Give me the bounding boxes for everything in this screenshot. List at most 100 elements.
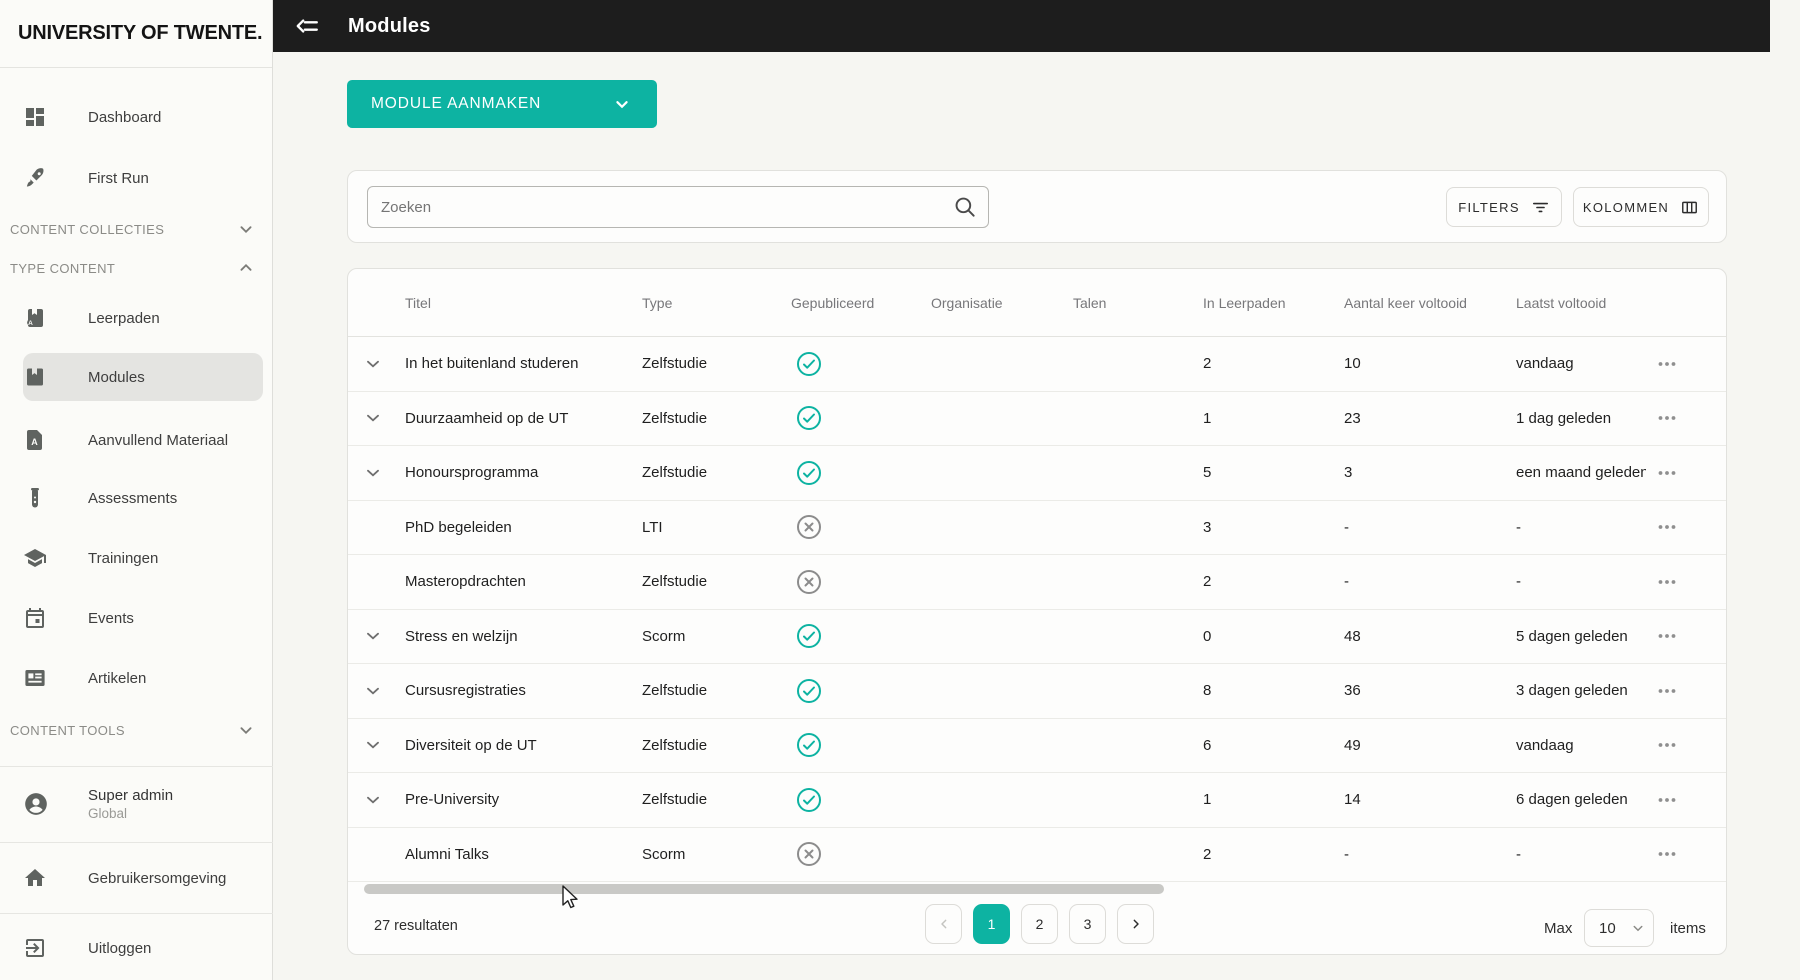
search-input[interactable]	[368, 198, 952, 216]
user-menu[interactable]: Super admin Global	[23, 778, 263, 830]
row-menu-icon[interactable]	[1655, 842, 1679, 866]
filters-button[interactable]: FILTERS	[1446, 187, 1562, 227]
sidebar-item-trainingen[interactable]: Trainingen	[23, 534, 263, 582]
module-laatst-voltooid: -	[1516, 573, 1521, 591]
published-check-icon	[797, 733, 821, 758]
module-aantal-voltooid: -	[1344, 518, 1349, 536]
column-header-in-leerpaden[interactable]: In Leerpaden	[1203, 295, 1344, 311]
expand-row-icon[interactable]	[362, 407, 384, 429]
sidebar-item-uitloggen[interactable]: Uitloggen	[23, 924, 263, 972]
row-menu-icon[interactable]	[1655, 352, 1679, 376]
module-laatst-voltooid: 3 dagen geleden	[1516, 682, 1628, 700]
module-type: Zelfstudie	[642, 736, 708, 754]
row-menu-icon[interactable]	[1655, 679, 1679, 703]
dashboard-icon	[26, 108, 44, 126]
published-check-icon	[797, 787, 821, 812]
sidebar-item-first-run[interactable]: First Run	[23, 154, 263, 202]
collapse-sidebar-button[interactable]	[290, 9, 324, 43]
column-header-gepubliceerd[interactable]: Gepubliceerd	[791, 295, 931, 311]
published-check-icon	[797, 624, 821, 649]
sidebar-item-leerpaden[interactable]: A Leerpaden	[23, 294, 263, 342]
sidebar-section-content-tools[interactable]: CONTENT TOOLS	[10, 719, 263, 741]
module-title: Alumni Talks	[405, 845, 489, 863]
expand-row-icon[interactable]	[362, 789, 384, 811]
row-menu-icon[interactable]	[1655, 570, 1679, 594]
sidebar-divider	[0, 766, 273, 767]
expand-row-icon[interactable]	[362, 353, 384, 375]
brand-logo-text: UNIVERSITY OF TWENTE.	[18, 22, 263, 44]
module-in-leerpaden: 6	[1203, 736, 1212, 754]
chevron-down-icon	[240, 226, 252, 234]
module-in-leerpaden: 8	[1203, 682, 1212, 700]
expand-row-icon[interactable]	[362, 680, 384, 702]
column-header-laatst-voltooid[interactable]: Laatst voltooid	[1516, 295, 1646, 311]
expand-row-icon[interactable]	[362, 462, 384, 484]
module-laatst-voltooid: vandaag	[1516, 355, 1574, 373]
row-menu-icon[interactable]	[1655, 788, 1679, 812]
row-menu-icon[interactable]	[1655, 406, 1679, 430]
table-row: Diversiteit op de UT Zelfstudie 6 49 van…	[348, 719, 1726, 773]
sidebar-section-type-content[interactable]: TYPE CONTENT	[10, 257, 263, 279]
pagination-page-2[interactable]: 2	[1021, 904, 1058, 944]
expand-row-icon[interactable]	[362, 734, 384, 756]
column-header-organisatie[interactable]: Organisatie	[931, 295, 1073, 311]
section-label: CONTENT TOOLS	[10, 722, 126, 738]
row-menu-icon[interactable]	[1655, 461, 1679, 485]
expand-row-icon[interactable]	[362, 625, 384, 647]
collapse-menu-icon	[296, 19, 318, 33]
column-header-talen[interactable]: Talen	[1073, 295, 1203, 311]
sidebar-item-modules[interactable]: Modules	[23, 353, 263, 401]
column-header-type[interactable]: Type	[642, 295, 791, 311]
sidebar-item-label: Assessments	[88, 489, 178, 507]
module-aantal-voltooid: 10	[1344, 355, 1361, 373]
sidebar-item-aanvullend-materiaal[interactable]: A Aanvullend Materiaal	[23, 416, 263, 464]
max-items-select[interactable]: 10	[1584, 909, 1654, 947]
table-row: Stress en welzijn Scorm 0 48 5 dagen gel…	[348, 610, 1726, 664]
sidebar-item-dashboard[interactable]: Dashboard	[23, 93, 263, 141]
row-menu-icon[interactable]	[1655, 733, 1679, 757]
sidebar-item-label: Dashboard	[88, 108, 162, 126]
sidebar-item-assessments[interactable]: Assessments	[23, 474, 263, 522]
pagination-page-1[interactable]: 1	[973, 904, 1010, 944]
table-body: In het buitenland studeren Zelfstudie 2 …	[348, 337, 1726, 882]
table-row: Cursusregistraties Zelfstudie 8 36 3 dag…	[348, 664, 1726, 719]
account-icon	[25, 793, 47, 815]
leerpaden-icon: A	[27, 309, 43, 327]
pagination-prev-button[interactable]	[925, 904, 962, 944]
module-type: Scorm	[642, 627, 686, 645]
sidebar-item-gebruikersomgeving[interactable]: Gebruikersomgeving	[23, 854, 263, 902]
pagination-next-button[interactable]	[1117, 904, 1154, 944]
sidebar-item-events[interactable]: Events	[23, 594, 263, 642]
column-header-aantal-keer-voltooid[interactable]: Aantal keer voltooid	[1344, 295, 1516, 311]
pagination-page-3[interactable]: 3	[1069, 904, 1106, 944]
sidebar-item-label: Aanvullend Materiaal	[88, 431, 229, 449]
published-check-icon	[797, 406, 821, 431]
module-aanmaken-button[interactable]: MODULE AANMAKEN	[347, 80, 657, 128]
module-in-leerpaden: 2	[1203, 845, 1212, 863]
row-menu-icon[interactable]	[1655, 624, 1679, 648]
module-type: Zelfstudie	[642, 573, 708, 591]
table-row: In het buitenland studeren Zelfstudie 2 …	[348, 337, 1726, 392]
sidebar-item-label: Uitloggen	[88, 939, 152, 957]
module-type: Zelfstudie	[642, 355, 708, 373]
sidebar-section-content-collecties[interactable]: CONTENT COLLECTIES	[10, 218, 263, 240]
horizontal-scrollbar[interactable]	[364, 884, 1164, 894]
module-aantal-voltooid: -	[1344, 845, 1349, 863]
kolommen-button[interactable]: KOLOMMEN	[1573, 187, 1709, 227]
row-menu-icon[interactable]	[1655, 515, 1679, 539]
table-row: Pre-University Zelfstudie 1 14 6 dagen g…	[348, 773, 1726, 828]
artikelen-icon	[25, 670, 45, 686]
max-items-value: 10	[1599, 919, 1616, 937]
column-header-titel[interactable]: Titel	[398, 295, 642, 311]
sidebar-item-artikelen[interactable]: Artikelen	[23, 654, 263, 702]
module-in-leerpaden: 2	[1203, 355, 1212, 373]
module-in-leerpaden: 2	[1203, 573, 1212, 591]
module-title: Duurzaamheid op de UT	[405, 409, 569, 427]
trainingen-icon	[24, 549, 46, 567]
module-title: PhD begeleiden	[405, 518, 512, 536]
sidebar-item-label: Trainingen	[88, 549, 159, 567]
module-type: Zelfstudie	[642, 464, 708, 482]
module-aantal-voltooid: 3	[1344, 464, 1353, 482]
search-icon[interactable]	[952, 194, 978, 220]
module-aantal-voltooid: -	[1344, 573, 1349, 591]
